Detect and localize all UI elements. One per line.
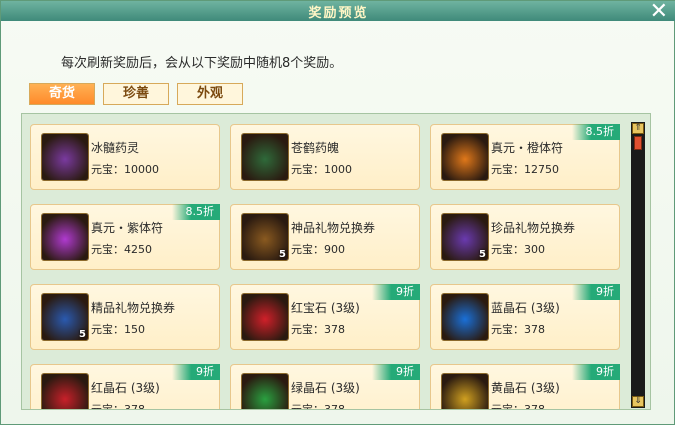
item-price: 元宝：4250	[91, 243, 152, 256]
item-price: 元宝：150	[91, 323, 145, 336]
gem-icon	[242, 294, 288, 340]
description-text: 每次刷新奖励后，会从以下奖励中随机8个奖励。	[61, 56, 343, 71]
scrollbar[interactable]: ⇑ ⇓	[631, 122, 645, 408]
reward-item-icon[interactable]	[441, 373, 489, 409]
discount-badge: 9折	[572, 284, 620, 300]
item-price: 元宝：378	[491, 403, 545, 410]
reward-item-icon[interactable]	[241, 293, 289, 341]
reward-item-card[interactable]: 苍鹤药魄元宝：1000	[230, 124, 420, 190]
reward-item-icon[interactable]	[441, 293, 489, 341]
discount-badge: 8.5折	[172, 204, 220, 220]
reward-item-icon[interactable]	[41, 213, 89, 261]
reward-item-card[interactable]: 冰髓药灵元宝：10000	[30, 124, 220, 190]
item-price: 元宝：378	[491, 323, 545, 336]
reward-item-card[interactable]: 5 珍品礼物兑换券 元宝：300	[430, 204, 620, 270]
tab-treasures[interactable]: 珍善	[103, 83, 169, 105]
discount-badge: 9折	[572, 364, 620, 380]
reward-item-icon[interactable]	[41, 133, 89, 181]
title-bar: 奖励预览 ✕	[1, 0, 675, 24]
item-name: 冰髓药灵	[91, 141, 140, 155]
reward-list-panel: 冰髓药灵 元宝：10000 苍鹤药魄 元宝：1000 真元・橙体符 元宝：12750 8.5…	[21, 113, 651, 410]
item-price: 元宝：900	[291, 243, 345, 256]
scroll-thumb[interactable]	[634, 136, 642, 150]
item-name: 绿晶石 (3级)	[291, 381, 360, 395]
reward-item-icon[interactable]: 5	[241, 213, 289, 261]
reward-item-card[interactable]: 绿晶石 (3级) 元宝：378 9折	[230, 364, 420, 410]
reward-preview-window: 奖励预览 ✕ 每次刷新奖励后，会从以下奖励中随机8个奖励。 奇货 珍善 外观 冰…	[0, 0, 675, 425]
item-price: 元宝：378	[91, 403, 145, 410]
item-name: 真元・紫体符	[91, 221, 164, 235]
reward-item-icon[interactable]	[441, 133, 489, 181]
item-name: 珍品礼物兑换券	[491, 221, 576, 235]
discount-badge: 9折	[372, 364, 420, 380]
item-name: 真元・橙体符	[491, 141, 564, 155]
item-name: 精品礼物兑换券	[91, 301, 176, 315]
window-title: 奖励预览	[308, 6, 369, 21]
potion-icon	[242, 134, 288, 180]
talisman-icon	[42, 214, 88, 260]
item-price: 元宝：378	[291, 323, 345, 336]
reward-item-icon[interactable]	[241, 133, 289, 181]
reward-item-card[interactable]: 真元・橙体符 元宝：12750 8.5折	[430, 124, 620, 190]
reward-item-card[interactable]: 红宝石 (3级) 元宝：378 9折	[230, 284, 420, 350]
item-price: 元宝：1000	[291, 163, 352, 176]
scroll-down-button[interactable]: ⇓	[632, 396, 644, 407]
item-quantity: 5	[79, 329, 86, 340]
gem-icon	[442, 294, 488, 340]
discount-badge: 9折	[372, 284, 420, 300]
reward-item-icon[interactable]: 5	[41, 293, 89, 341]
reward-item-card[interactable]: 真元・紫体符 元宝：4250 8.5折	[30, 204, 220, 270]
potion-icon	[42, 134, 88, 180]
item-name: 黄晶石 (3级)	[491, 381, 560, 395]
reward-item-card[interactable]: 5 神品礼物兑换券 元宝：900	[230, 204, 420, 270]
tab-appearance[interactable]: 外观	[177, 83, 243, 105]
gem-icon	[42, 374, 88, 409]
discount-badge: 9折	[172, 364, 220, 380]
reward-item-card[interactable]: 蓝晶石 (3级) 元宝：378 9折	[430, 284, 620, 350]
item-quantity: 5	[479, 249, 486, 260]
item-name: 神品礼物兑换券	[291, 221, 376, 235]
item-name: 蓝晶石 (3级)	[491, 301, 560, 315]
item-price: 元宝：10000	[91, 163, 159, 176]
talisman-icon	[442, 134, 488, 180]
reward-item-card[interactable]: 红晶石 (3级) 元宝：378 9折	[30, 364, 220, 410]
item-name: 苍鹤药魄	[291, 141, 340, 155]
item-price: 元宝：300	[491, 243, 545, 256]
item-name: 红晶石 (3级)	[91, 381, 160, 395]
item-price: 元宝：378	[291, 403, 345, 410]
gem-icon	[242, 374, 288, 409]
discount-badge: 8.5折	[572, 124, 620, 140]
item-name: 红宝石 (3级)	[291, 301, 360, 315]
item-quantity: 5	[279, 249, 286, 260]
tab-goods[interactable]: 奇货	[29, 83, 95, 105]
item-price: 元宝：12750	[491, 163, 559, 176]
reward-item-card[interactable]: 5 精品礼物兑换券 元宝：150	[30, 284, 220, 350]
reward-item-icon[interactable]	[41, 373, 89, 409]
reward-item-icon[interactable]	[241, 373, 289, 409]
close-icon[interactable]: ✕	[650, 0, 668, 24]
gem-icon	[442, 374, 488, 409]
reward-item-icon[interactable]: 5	[441, 213, 489, 261]
reward-item-card[interactable]: 黄晶石 (3级) 元宝：378 9折	[430, 364, 620, 410]
scroll-up-button[interactable]: ⇑	[632, 123, 644, 134]
